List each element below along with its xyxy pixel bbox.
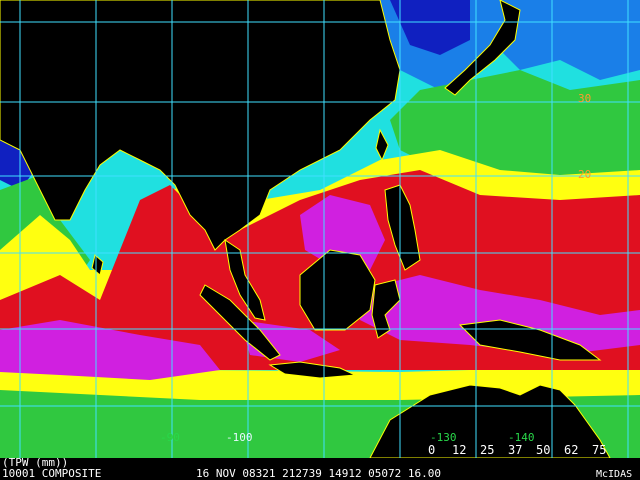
lon-label-140: -140 xyxy=(508,431,535,444)
mcidas-credit: McIDAS xyxy=(596,469,633,480)
colorbar-tick-62: 62 xyxy=(564,443,579,457)
tpw-composite-map xyxy=(0,0,640,459)
lon-label-90: -90 xyxy=(160,431,180,444)
colorbar-tick-75: 75 xyxy=(592,443,607,457)
lat-label-30: 30 xyxy=(578,92,592,105)
colorbar-tick-50: 50 xyxy=(536,443,551,457)
lon-label-130: -130 xyxy=(430,431,457,444)
lon-label-100: -100 xyxy=(226,431,253,444)
product-line: 10001 COMPOSITE xyxy=(2,467,102,480)
colorbar-tick-12: 12 xyxy=(452,443,467,457)
lat-label-20: 20 xyxy=(578,168,592,181)
date-time-stamp: 16 NOV 08321 212739 14912 05072 16.00 xyxy=(196,467,442,480)
colorbar-tick-0: 0 xyxy=(428,443,436,457)
colorbar-tick-37: 37 xyxy=(508,443,523,457)
colorbar-tick-25: 25 xyxy=(480,443,495,457)
